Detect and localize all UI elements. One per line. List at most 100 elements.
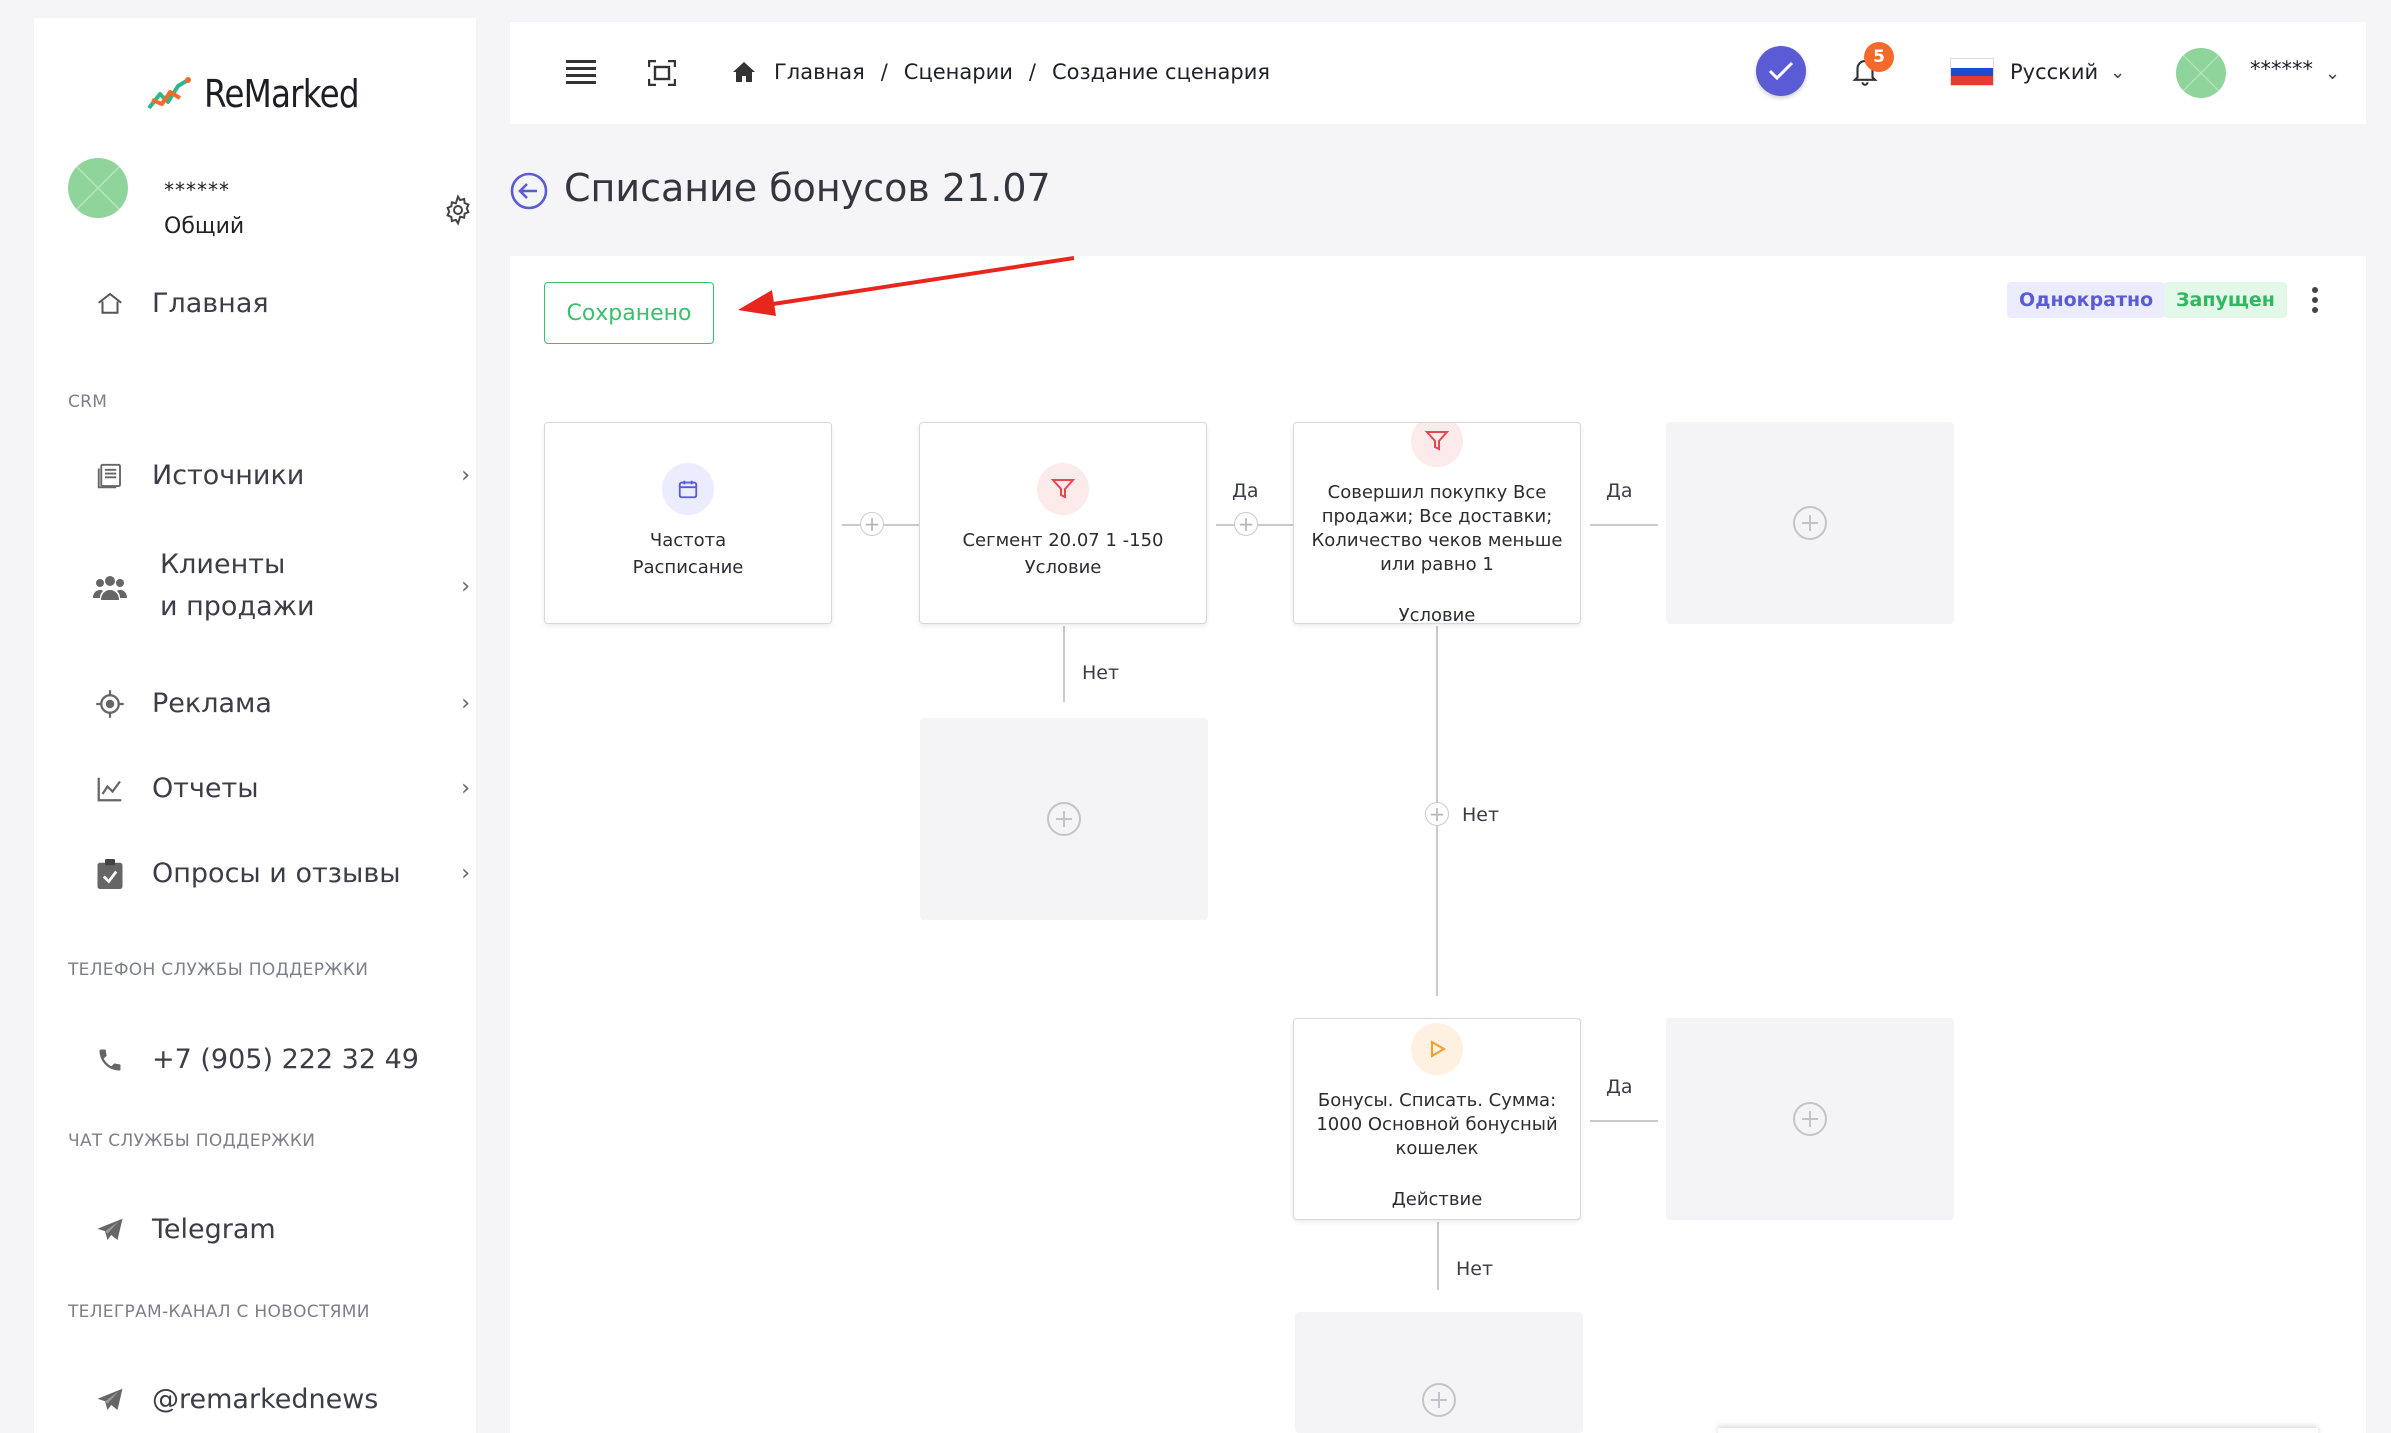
support-phone: +7 (905) 222 32 49 — [152, 1044, 419, 1075]
clipboard-check-icon — [90, 858, 130, 889]
edge-label-no: Нет — [1462, 804, 1500, 826]
add-step-placeholder[interactable] — [1666, 422, 1954, 624]
flow-node-schedule[interactable]: Частота Расписание — [544, 422, 832, 624]
language-selector[interactable]: Русский ⌄ — [1950, 58, 2125, 86]
node-type: Условие — [1398, 605, 1476, 624]
saved-button[interactable]: Сохранено — [544, 282, 714, 344]
play-icon — [1411, 1023, 1463, 1075]
brand-name: ReMarked — [204, 72, 360, 116]
chevron-right-icon: › — [461, 691, 470, 716]
sidebar-item-label: Главная — [152, 288, 269, 319]
breadcrumb-current: Создание сценария — [1051, 60, 1270, 84]
node-type: Действие — [1391, 1189, 1483, 1210]
sidebar-item-home[interactable]: Главная — [90, 288, 470, 319]
frequency-badge: Однократно — [2007, 282, 2166, 318]
edge-label-yes: Да — [1606, 1076, 1633, 1098]
insert-step-button[interactable]: + — [1425, 802, 1449, 826]
check-icon — [1768, 61, 1794, 81]
sidebar-item-label: Источники — [152, 460, 305, 491]
node-title: Сегмент 20.07 1 -150 — [962, 530, 1164, 551]
gear-icon[interactable] — [442, 194, 474, 226]
telegram-icon — [90, 1385, 130, 1415]
chevron-down-icon: ⌄ — [2325, 62, 2341, 84]
add-step-placeholder[interactable] — [1666, 1018, 1954, 1220]
sidebar: ReMarked ****** Общий Главная CRM Источн… — [34, 18, 476, 1433]
breadcrumb: Главная / Сценарии / Создание сценария — [732, 60, 1270, 84]
connector — [1590, 524, 1658, 526]
page-title: Списание бонусов 21.07 — [564, 166, 1051, 210]
notifications-button[interactable]: 5 — [1850, 42, 1894, 88]
sidebar-item-reports[interactable]: Отчеты › — [90, 773, 470, 804]
russia-flag-icon — [1950, 58, 1994, 86]
breadcrumb-scenarios[interactable]: Сценарии — [904, 60, 1013, 84]
fullscreen-icon[interactable] — [648, 60, 676, 86]
section-support-phone: ТЕЛЕФОН СЛУЖБЫ ПОДДЕРЖКИ — [68, 960, 369, 980]
scenario-canvas: Сохранено Однократно Запущен + + Да Да Н… — [510, 256, 2366, 1433]
node-title: Совершил покупку Все продажи; Все достав… — [1311, 482, 1563, 575]
sidebar-item-label-2: и продажи — [160, 591, 315, 622]
edge-label-no: Нет — [1082, 662, 1120, 684]
node-type: Расписание — [632, 557, 744, 578]
news-channel-link[interactable]: @remarkednews — [90, 1384, 470, 1415]
chevron-down-icon: ⌄ — [2110, 61, 2126, 83]
add-step-placeholder[interactable] — [920, 718, 1208, 920]
connector — [1063, 626, 1065, 702]
popup-edge — [1718, 1428, 2318, 1433]
chart-line-icon — [90, 774, 130, 804]
plus-circle-icon — [1793, 506, 1827, 540]
chevron-right-icon: › — [461, 776, 470, 801]
notification-count: 5 — [1864, 42, 1894, 72]
edge-label-yes: Да — [1232, 480, 1259, 502]
support-phone-link[interactable]: +7 (905) 222 32 49 — [90, 1044, 470, 1075]
sidebar-item-sources[interactable]: Источники › — [90, 460, 470, 491]
phone-icon — [90, 1046, 130, 1074]
more-options-icon[interactable] — [2310, 286, 2320, 314]
section-support-chat: ЧАТ СЛУЖБЫ ПОДДЕРЖКИ — [68, 1131, 316, 1151]
flow-node-bonus-action[interactable]: Бонусы. Списать. Сумма: 1000 Основной бо… — [1293, 1018, 1581, 1220]
language-label: Русский — [2010, 60, 2099, 84]
node-title: Бонусы. Списать. Сумма: 1000 Основной бо… — [1316, 1090, 1558, 1159]
profile-block: ****** Общий — [68, 158, 470, 248]
breadcrumb-home[interactable]: Главная — [774, 60, 865, 84]
chevron-right-icon: › — [461, 861, 470, 886]
status-badge: Запущен — [2164, 282, 2287, 318]
avatar — [2176, 48, 2226, 98]
confirm-button[interactable] — [1756, 46, 1806, 96]
home-icon[interactable] — [732, 61, 756, 83]
user-name: ****** — [2250, 57, 2313, 81]
home-icon — [90, 289, 130, 319]
chevron-right-icon: › — [461, 574, 470, 599]
filter-icon — [1037, 463, 1089, 515]
user-menu[interactable]: ****** ⌄ — [2176, 48, 2340, 98]
insert-step-button[interactable]: + — [1234, 512, 1258, 536]
node-type: Условие — [1024, 557, 1102, 578]
sources-icon — [90, 461, 130, 491]
connector — [1437, 1222, 1439, 1290]
menu-icon[interactable] — [566, 60, 596, 86]
telegram-icon — [90, 1215, 130, 1245]
news-channel: @remarkednews — [152, 1384, 379, 1415]
insert-step-button[interactable]: + — [860, 512, 884, 536]
profile-name: ****** — [164, 178, 230, 202]
sidebar-item-label: Клиенты — [160, 549, 286, 580]
edge-label-no: Нет — [1456, 1258, 1494, 1280]
plus-circle-icon — [1047, 802, 1081, 836]
sidebar-item-label: Реклама — [152, 688, 272, 719]
sidebar-item-ads[interactable]: Реклама › — [90, 688, 470, 719]
flow-node-segment[interactable]: Сегмент 20.07 1 -150 Условие — [919, 422, 1207, 624]
support-telegram-link[interactable]: Telegram — [90, 1214, 470, 1245]
flow-node-purchase-condition[interactable]: Совершил покупку Все продажи; Все достав… — [1293, 422, 1581, 624]
users-icon — [90, 574, 130, 600]
plus-circle-icon — [1422, 1383, 1456, 1417]
brand-logo[interactable]: ReMarked — [146, 72, 384, 116]
calendar-icon — [662, 463, 714, 515]
sidebar-item-clients[interactable]: Клиенты и продажи › — [90, 544, 470, 628]
add-step-placeholder[interactable] — [1295, 1312, 1583, 1433]
section-news-channel: ТЕЛЕГРАМ-КАНАЛ С НОВОСТЯМИ — [68, 1302, 370, 1322]
annotation-arrow — [738, 256, 1075, 316]
chevron-right-icon: › — [461, 463, 470, 488]
avatar[interactable] — [68, 158, 128, 218]
connector — [1590, 1120, 1658, 1122]
sidebar-item-surveys[interactable]: Опросы и отзывы › — [90, 858, 470, 889]
back-arrow-icon[interactable] — [510, 172, 548, 210]
